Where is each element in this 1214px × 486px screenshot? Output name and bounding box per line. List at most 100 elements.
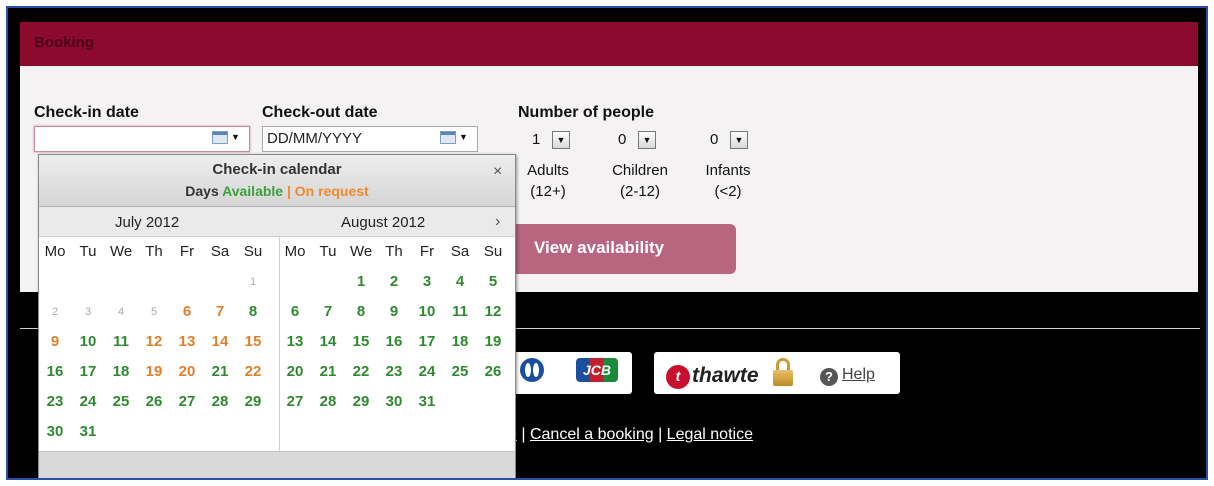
calendar-day[interactable]: 28 — [317, 393, 339, 410]
calendar-day[interactable]: 17 — [416, 333, 438, 350]
calendar-legend: Days Available | On request — [39, 183, 515, 199]
calendar-day[interactable]: 16 — [383, 333, 405, 350]
footer-links: e | Cancel a booking | Legal notice — [508, 426, 753, 444]
people-label: Number of people — [518, 104, 655, 121]
calendar-day[interactable]: 27 — [284, 393, 306, 410]
weekday-header: Th — [145, 243, 163, 260]
calendar-day[interactable]: 30 — [44, 423, 66, 440]
calendar-day[interactable]: 14 — [209, 333, 231, 350]
calendar-day[interactable]: 25 — [110, 393, 132, 410]
calendar-day[interactable]: 22 — [242, 363, 264, 380]
calendar-day[interactable]: 3 — [416, 273, 438, 290]
calendar-day[interactable]: 30 — [383, 393, 405, 410]
calendar-icon — [440, 131, 456, 144]
calendar-day[interactable]: 23 — [383, 363, 405, 380]
chevron-down-icon[interactable]: ▼ — [552, 131, 570, 149]
calendar-day[interactable]: 10 — [77, 333, 99, 350]
calendar-day[interactable]: 13 — [284, 333, 306, 350]
next-month-icon[interactable]: › — [495, 213, 500, 231]
calendar-day[interactable]: 8 — [242, 303, 264, 320]
calendar-day[interactable]: 7 — [317, 303, 339, 320]
help-icon[interactable]: ? — [820, 368, 838, 386]
calendar-day[interactable]: 7 — [209, 303, 231, 320]
calendar-day[interactable]: 18 — [449, 333, 471, 350]
calendar-day[interactable]: 8 — [350, 303, 372, 320]
checkin-label: Check-in date — [34, 104, 139, 121]
infants-label: Infants — [705, 162, 751, 179]
calendar-day[interactable]: 19 — [143, 363, 165, 380]
jcb-logo: JCB — [576, 358, 618, 382]
weekday-header: Su — [243, 243, 263, 260]
calendar-day[interactable]: 25 — [449, 363, 471, 380]
view-availability-button[interactable]: View availability — [508, 224, 736, 274]
month-divider — [279, 237, 280, 451]
calendar-day[interactable]: 16 — [44, 363, 66, 380]
calendar-day[interactable]: 9 — [383, 303, 405, 320]
calendar-day[interactable]: 11 — [110, 333, 132, 350]
calendar-day[interactable]: 5 — [482, 273, 504, 290]
calendar-day: 5 — [150, 306, 158, 318]
calendar-day[interactable]: 11 — [449, 303, 471, 320]
calendar-day[interactable]: 21 — [209, 363, 231, 380]
calendar-day[interactable]: 9 — [44, 333, 66, 350]
calendar-day: 1 — [249, 276, 257, 288]
close-icon[interactable]: × — [493, 163, 502, 181]
adults-range: (12+) — [530, 183, 566, 200]
calendar-day[interactable]: 20 — [176, 363, 198, 380]
calendar-day[interactable]: 31 — [77, 423, 99, 440]
calendar-day[interactable]: 24 — [77, 393, 99, 410]
calendar-day[interactable]: 31 — [416, 393, 438, 410]
footer-separator: | — [521, 426, 526, 443]
diners-club-logo — [520, 358, 544, 382]
weekday-header: Su — [483, 243, 503, 260]
calendar-day[interactable]: 28 — [209, 393, 231, 410]
calendar-day[interactable]: 29 — [242, 393, 264, 410]
calendar-day[interactable]: 20 — [284, 363, 306, 380]
calendar-day[interactable]: 15 — [350, 333, 372, 350]
calendar-day[interactable]: 12 — [143, 333, 165, 350]
weekday-header: Mo — [284, 243, 306, 260]
weekday-header: We — [350, 243, 373, 260]
calendar-day[interactable]: 15 — [242, 333, 264, 350]
calendar-day[interactable]: 10 — [416, 303, 438, 320]
calendar-day[interactable]: 27 — [176, 393, 198, 410]
calendar-day[interactable]: 14 — [317, 333, 339, 350]
checkout-calendar-button[interactable]: ▼ — [440, 130, 468, 146]
calendar-day[interactable]: 22 — [350, 363, 372, 380]
calendar-day[interactable]: 21 — [317, 363, 339, 380]
weekday-header: Fr — [419, 243, 435, 260]
legal-notice-link[interactable]: Legal notice — [667, 426, 753, 443]
checkin-calendar-popup: Check-in calendar Days Available | On re… — [38, 154, 516, 478]
calendar-day[interactable]: 13 — [176, 333, 198, 350]
calendar-day[interactable]: 29 — [350, 393, 372, 410]
checkin-calendar-button[interactable]: ▼ — [212, 130, 240, 146]
calendar-day[interactable]: 2 — [383, 273, 405, 290]
chevron-down-icon: ▼ — [231, 132, 240, 142]
help-link[interactable]: Help — [842, 366, 875, 384]
calendar-day[interactable]: 1 — [350, 273, 372, 290]
calendar-day: 2 — [51, 306, 59, 318]
adults-value: 1 — [532, 131, 541, 148]
calendar-day[interactable]: 18 — [110, 363, 132, 380]
infants-caption: Infants (<2) — [696, 160, 760, 202]
calendar-day[interactable]: 6 — [284, 303, 306, 320]
calendar-day[interactable]: 6 — [176, 303, 198, 320]
calendar-day[interactable]: 26 — [143, 393, 165, 410]
calendar-footer — [39, 451, 515, 478]
weekday-header: Sa — [450, 243, 470, 260]
booking-header: Booking — [20, 22, 1198, 66]
legend-separator: | — [286, 183, 291, 199]
cancel-booking-link[interactable]: Cancel a booking — [530, 426, 654, 443]
booking-title: Booking — [34, 34, 94, 51]
calendar-day: 4 — [117, 306, 125, 318]
calendar-day[interactable]: 12 — [482, 303, 504, 320]
chevron-down-icon[interactable]: ▼ — [730, 131, 748, 149]
calendar-day[interactable]: 24 — [416, 363, 438, 380]
calendar-day[interactable]: 17 — [77, 363, 99, 380]
chevron-down-icon: ▼ — [459, 132, 468, 142]
calendar-day[interactable]: 4 — [449, 273, 471, 290]
calendar-day[interactable]: 26 — [482, 363, 504, 380]
chevron-down-icon[interactable]: ▼ — [638, 131, 656, 149]
calendar-day[interactable]: 23 — [44, 393, 66, 410]
calendar-day[interactable]: 19 — [482, 333, 504, 350]
